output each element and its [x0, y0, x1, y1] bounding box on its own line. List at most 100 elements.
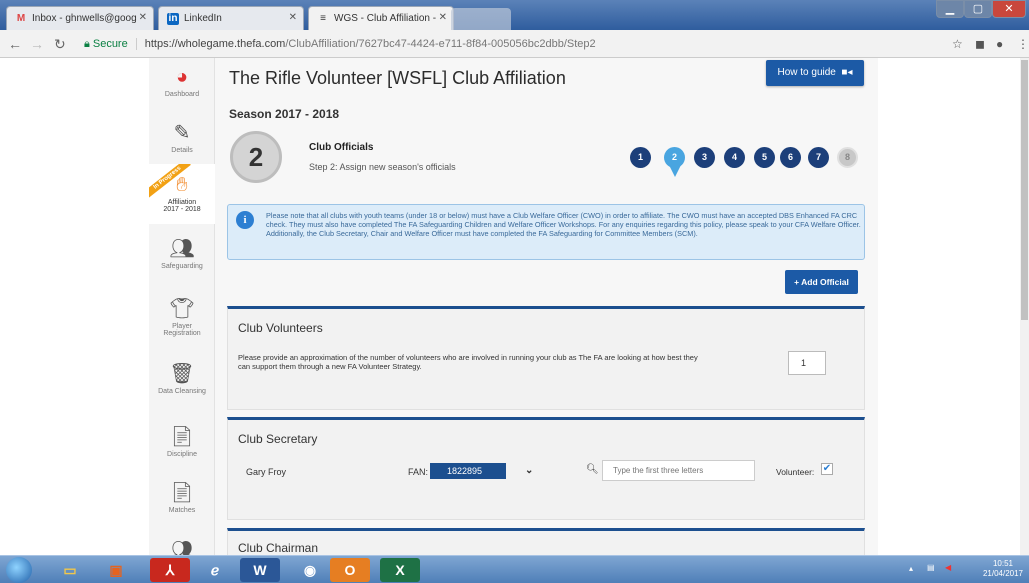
welfare-info-box: i Please note that all clubs with youth …	[227, 204, 865, 260]
step-title: Club Officials	[309, 142, 374, 153]
sidebar-item-more[interactable]: 👥︎	[149, 540, 215, 555]
outlook-icon[interactable]: ▣	[96, 558, 136, 582]
sidebar-item-label: Data Cleansing	[158, 388, 206, 395]
info-icon: i	[236, 211, 254, 229]
sidebar-item-discipline[interactable]: 📄︎ Discipline	[149, 426, 215, 472]
network-icon[interactable]: ▤	[927, 563, 935, 572]
step-dot-7[interactable]: 7	[808, 147, 829, 168]
clock-time: 10:51	[992, 559, 1013, 568]
step-dot-4[interactable]: 4	[724, 147, 745, 168]
word-icon[interactable]: W	[240, 558, 280, 582]
tab-wgs[interactable]: ≡ WGS - Club Affiliation - ✕	[308, 6, 454, 30]
chrome-icon[interactable]: ◉	[290, 558, 330, 582]
forward-icon[interactable]: →	[30, 36, 44, 52]
url-path: /ClubAffiliation/7627bc47-4424-e711-8f84…	[285, 38, 596, 50]
clock[interactable]: 10:51 21/04/2017	[983, 559, 1023, 579]
panel-title: Club Chairman	[238, 541, 319, 555]
step-dot-3[interactable]: 3	[694, 147, 715, 168]
extension-icon[interactable]: ◼	[975, 37, 985, 51]
people-icon: 👥︎	[169, 540, 195, 555]
linkedin-icon: in	[167, 12, 179, 25]
document-icon: 📄︎	[169, 482, 195, 504]
bookmark-star-icon[interactable]: ☆	[952, 37, 963, 51]
maximize-icon[interactable]: ▢	[964, 0, 992, 18]
sidebar-item-details[interactable]: ✎ Details	[149, 116, 215, 162]
people-icon: 👥︎	[169, 238, 195, 260]
close-tab-icon[interactable]: ✕	[439, 12, 447, 23]
tab-gmail[interactable]: M Inbox - ghnwells@goog ✕	[6, 6, 154, 30]
fan-value[interactable]: 1822895	[430, 463, 506, 479]
extension-circle-icon[interactable]: ●	[996, 37, 1003, 51]
sidebar-item-label: Discipline	[167, 451, 197, 458]
tab-title: WGS - Club Affiliation -	[334, 13, 437, 24]
minimize-icon[interactable]: ▁	[936, 0, 964, 18]
officer-search-input[interactable]	[602, 460, 755, 481]
search-icon: 🔍︎	[586, 464, 599, 475]
sidebar-item-safeguarding[interactable]: 👥︎ Safeguarding	[149, 238, 215, 284]
menu-icon[interactable]: ⋮	[1017, 37, 1029, 51]
current-step-pointer	[668, 163, 682, 177]
pdf-icon[interactable]: ⅄	[150, 558, 190, 582]
lock-icon: 🔒︎	[84, 38, 90, 50]
bucket-icon: 🗑︎	[169, 363, 195, 385]
back-icon[interactable]: ←	[8, 36, 22, 52]
fan-label: FAN:	[408, 467, 429, 477]
volunteers-count-input[interactable]: 1	[788, 351, 826, 375]
start-button[interactable]	[6, 557, 32, 583]
volunteer-checkbox[interactable]: ✔	[821, 463, 833, 475]
step-dot-5[interactable]: 5	[754, 147, 775, 168]
add-official-button[interactable]: + Add Official	[785, 270, 858, 294]
secretary-name: Gary Froy	[246, 467, 287, 477]
sidebar-item-label: Details	[171, 147, 193, 154]
browser-tab-bar: M Inbox - ghnwells@goog ✕ in LinkedIn ✕ …	[0, 0, 1029, 30]
close-window-icon[interactable]: ✕	[992, 0, 1026, 18]
page-viewport: ◕ Dashboard ✎ Details In Progress ✋︎ Aff…	[0, 58, 1029, 555]
step-number-badge: 2	[230, 131, 282, 183]
tab-linkedin[interactable]: in LinkedIn ✕	[158, 6, 304, 30]
sidebar-item-affiliation[interactable]: In Progress ✋︎ Affiliation 2017 - 2018	[149, 164, 215, 224]
close-tab-icon[interactable]: ✕	[289, 12, 297, 23]
sidebar-item-player-registration[interactable]: 👕︎ Player Registration	[149, 298, 215, 348]
reload-icon[interactable]: ↻	[54, 36, 66, 52]
sidebar-item-label: Matches	[168, 507, 196, 514]
step-dot-1[interactable]: 1	[630, 147, 651, 168]
sidebar: ◕ Dashboard ✎ Details In Progress ✋︎ Aff…	[149, 58, 215, 555]
dashboard-icon: ◕	[175, 66, 189, 88]
step-dot-8[interactable]: 8	[837, 147, 858, 168]
wgs-icon: ≡	[320, 12, 326, 24]
system-tray: ▴ ▤ ◀ 10:51 21/04/2017	[909, 556, 1029, 583]
step-subtitle: Step 2: Assign new season's officials	[309, 162, 456, 172]
tray-arrow-icon[interactable]: ▴	[909, 564, 913, 573]
sidebar-item-data-cleansing[interactable]: 🗑︎ Data Cleansing	[149, 363, 215, 409]
season-label: Season 2017 - 2018	[229, 107, 340, 121]
url-host: https://wholegame.thefa.com	[144, 38, 286, 50]
explorer-icon[interactable]: ▭	[50, 558, 90, 582]
sidebar-item-label: Player Registration	[163, 323, 201, 337]
panel-title: Club Secretary	[238, 432, 318, 446]
office-icon[interactable]: O	[330, 558, 370, 582]
address-bar: ← → ↻ 🔒︎ Secure https://wholegame.thefa.co…	[0, 30, 1029, 58]
volunteers-description: Please provide an approximation of the n…	[238, 353, 698, 371]
panel-title: Club Volunteers	[238, 321, 323, 335]
close-tab-icon[interactable]: ✕	[139, 12, 147, 23]
step-dot-6[interactable]: 6	[780, 147, 801, 168]
chevron-down-icon[interactable]: ⌄	[525, 465, 533, 476]
club-secretary-panel: Club Secretary Gary Froy FAN: 1822895 ⌄ …	[227, 417, 865, 520]
main-content: The Rifle Volunteer [WSFL] Club Affiliat…	[215, 58, 878, 555]
info-text: Please note that all clubs with youth te…	[266, 211, 861, 239]
video-icon: ■◂	[838, 67, 853, 78]
new-tab-button[interactable]	[451, 8, 511, 30]
sidebar-item-label: Safeguarding	[161, 263, 203, 270]
sidebar-item-matches[interactable]: 📄︎ Matches	[149, 482, 215, 528]
excel-icon[interactable]: X	[380, 558, 420, 582]
how-to-guide-button[interactable]: How to guide ■◂	[766, 60, 864, 86]
club-chairman-panel: Club Chairman	[227, 528, 865, 555]
volume-icon[interactable]: ◀	[945, 563, 951, 572]
tab-title: LinkedIn	[184, 13, 222, 24]
shirt-icon: 👕︎	[169, 298, 195, 320]
scrollbar-thumb[interactable]	[1021, 60, 1028, 320]
sidebar-item-label: Dashboard	[164, 91, 200, 98]
ie-icon[interactable]: ℯ	[195, 558, 235, 582]
url-field[interactable]: 🔒︎ Secure https://wholegame.thefa.com/Club…	[84, 34, 964, 54]
document-icon: 📄︎	[169, 426, 195, 448]
